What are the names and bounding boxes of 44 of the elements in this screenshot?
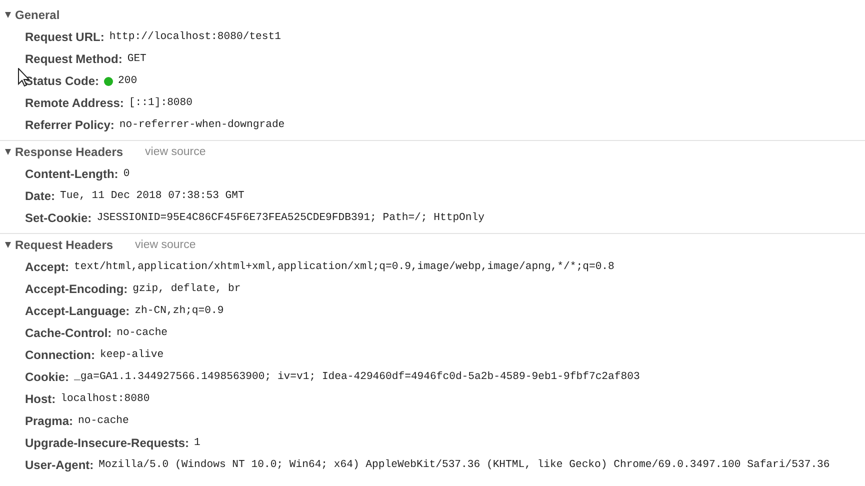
header-name: Date: <box>25 189 56 203</box>
header-value: no-referrer-when-downgrade <box>119 119 285 131</box>
disclosure-triangle-icon[interactable] <box>5 242 11 248</box>
view-source-link[interactable]: view source <box>145 146 206 158</box>
header-name: Connection: <box>25 348 95 362</box>
header-name: Upgrade-Insecure-Requests: <box>25 436 190 450</box>
disclosure-triangle-icon[interactable] <box>5 12 11 18</box>
header-name: Pragma: <box>25 414 74 428</box>
header-value: no-cache <box>116 327 168 339</box>
header-name: Accept: <box>25 260 70 274</box>
header-value: Mozilla/5.0 (Windows NT 10.0; Win64; x64) AppleWebKit/537.36 (KHTML, like Gecko) Chrome/69.0.3497.100 Safari/537.36 <box>98 459 830 471</box>
header-name: Request URL: <box>25 30 104 44</box>
header-name: Cache-Control: <box>25 326 112 340</box>
header-name: Request Method: <box>25 52 122 66</box>
header-value: zh-CN,zh;q=0.9 <box>134 305 224 317</box>
header-value: localhost:8080 <box>60 393 150 405</box>
header-name: Content-Length: <box>25 167 118 181</box>
header-value: 1 <box>194 437 200 449</box>
header-value: GET <box>127 53 146 65</box>
header-value: JSESSIONID=95E4C86CF45F6E73FEA525CDE9FDB391; Path=/; HttpOnly <box>96 212 484 224</box>
section-title[interactable]: General <box>15 8 60 22</box>
header-value: gzip, deflate, br <box>132 283 241 295</box>
view-source-link[interactable]: view source <box>135 239 196 251</box>
header-value: Tue, 11 Dec 2018 07:38:53 GMT <box>60 190 244 202</box>
header-name: Remote Address: <box>25 96 124 110</box>
header-name: Referrer Policy: <box>25 118 114 132</box>
header-name: Cookie: <box>25 370 70 384</box>
header-name: Host: <box>25 392 56 406</box>
header-value: 200 <box>118 75 138 87</box>
header-value: http://localhost:8080/test1 <box>109 31 281 43</box>
header-name: Accept-Encoding: <box>25 282 128 296</box>
header-value: no-cache <box>78 415 129 427</box>
header-value: [::1]:8080 <box>128 97 192 109</box>
disclosure-triangle-icon[interactable] <box>5 149 11 155</box>
header-value: text/html,application/xhtml+xml,application/xml;q=0.9,image/webp,image/apng,*/*;q=0.8 <box>74 261 614 273</box>
header-name: User-Agent: <box>25 458 94 472</box>
header-value: keep-alive <box>100 349 164 361</box>
header-name: Status Code: <box>25 74 100 88</box>
header-name: Accept-Language: <box>25 304 130 318</box>
header-value: 0 <box>123 168 130 180</box>
header-name: Set-Cookie: <box>25 211 92 225</box>
section-title[interactable]: Request Headers <box>15 238 114 252</box>
section-title[interactable]: Response Headers <box>15 145 124 159</box>
header-value: _ga=GA1.1.344927566.1498563900; iv=v1; Idea-429460df=4946fc0d-5a2b-4589-9eb1-9fbf7c2af803 <box>74 371 640 383</box>
